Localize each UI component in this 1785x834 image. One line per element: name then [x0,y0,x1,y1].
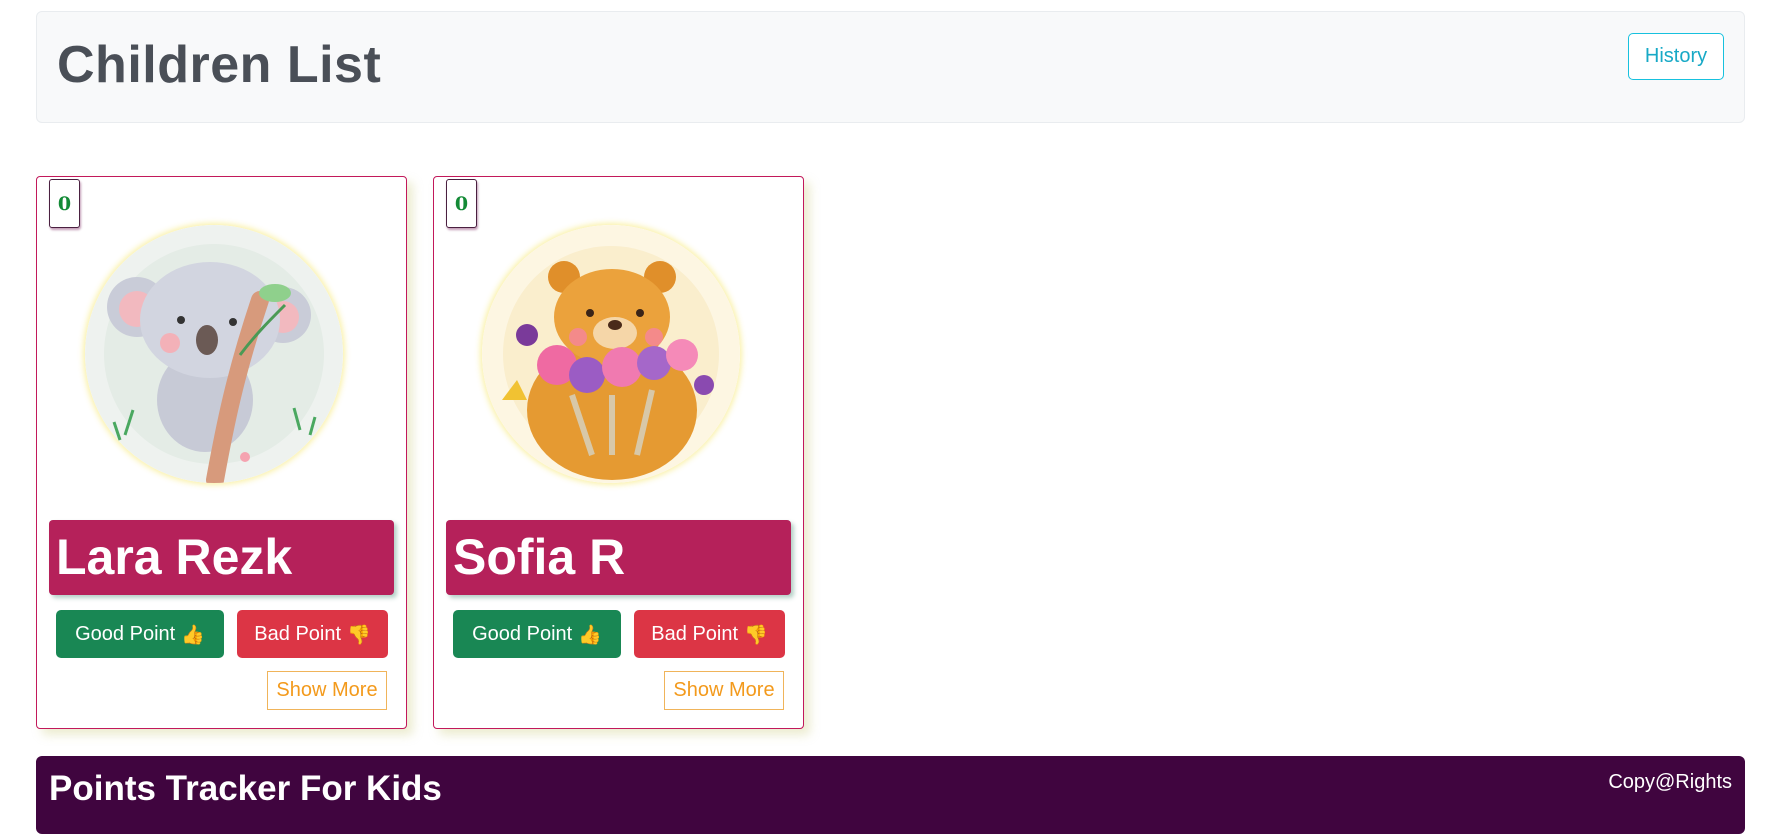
score-badge: 0 [49,179,80,228]
show-more-button[interactable]: Show More [664,671,784,710]
child-avatar [482,225,740,483]
thumbs-down-icon: 👎 [347,623,371,646]
footer-title: Points Tracker For Kids [49,769,442,808]
bad-point-label: Bad Point [651,622,739,645]
child-avatar [85,225,343,483]
koala-illustration [85,225,343,483]
bear-illustration [482,225,740,483]
good-point-label: Good Point [75,622,176,645]
thumbs-up-icon: 👍 [578,623,602,646]
bad-point-label: Bad Point [254,622,342,645]
show-more-button[interactable]: Show More [267,671,387,710]
child-name: Lara Rezk [49,520,394,595]
thumbs-down-icon: 👎 [744,623,768,646]
good-point-button[interactable]: Good Point 👍 [453,610,621,658]
history-button[interactable]: History [1628,33,1724,80]
footer-copyright: Copy@Rights [1608,771,1732,793]
page-footer: Points Tracker For Kids Copy@Rights [36,756,1745,834]
bad-point-button[interactable]: Bad Point 👎 [634,610,785,658]
child-card: 0 [433,176,804,729]
child-name: Sofia R [446,520,791,595]
good-point-button[interactable]: Good Point 👍 [56,610,224,658]
page-header: Children List History [36,11,1745,123]
score-badge: 0 [446,179,477,228]
thumbs-up-icon: 👍 [181,623,205,646]
bad-point-button[interactable]: Bad Point 👎 [237,610,388,658]
good-point-label: Good Point [472,622,573,645]
child-card: 0 [36,176,407,729]
page-title: Children List [57,36,382,94]
